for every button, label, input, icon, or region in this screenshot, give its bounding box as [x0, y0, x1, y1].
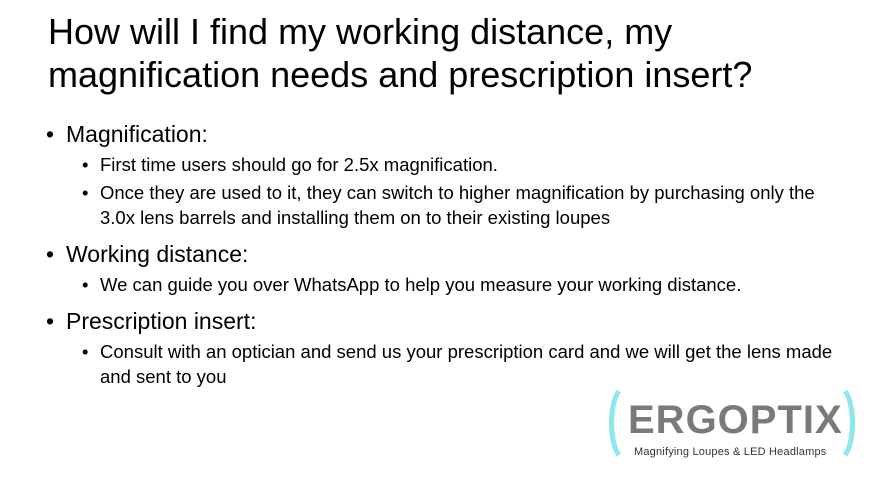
section-magnification: Magnification: First time users should g…	[46, 120, 846, 230]
slide-title: How will I find my working distance, my …	[48, 11, 753, 95]
section-heading: Prescription insert:	[46, 307, 846, 335]
section-working-distance: Working distance: We can guide you over …	[46, 240, 846, 297]
section-prescription-insert: Prescription insert: Consult with an opt…	[46, 307, 846, 389]
bullet-list: Magnification: First time users should g…	[46, 120, 846, 399]
sub-bullet-list: First time users should go for 2.5x magn…	[80, 152, 846, 230]
logo-wordmark: ERGOPTIX	[628, 398, 843, 442]
logo-right-bracket-icon	[842, 390, 855, 456]
list-item: Once they are used to it, they can switc…	[80, 180, 846, 230]
ergoptix-logo: ERGOPTIX Magnifying Loupes & LED Headlam…	[606, 390, 858, 462]
section-heading: Working distance:	[46, 240, 846, 268]
list-item: We can guide you over WhatsApp to help y…	[80, 272, 846, 297]
logo-tagline: Magnifying Loupes & LED Headlamps	[634, 446, 827, 458]
logo-left-bracket-icon	[609, 390, 622, 456]
sub-bullet-list: Consult with an optician and send us you…	[80, 339, 846, 389]
section-heading: Magnification:	[46, 120, 846, 148]
sub-bullet-list: We can guide you over WhatsApp to help y…	[80, 272, 846, 297]
list-item: First time users should go for 2.5x magn…	[80, 152, 846, 177]
list-item: Consult with an optician and send us you…	[80, 339, 846, 389]
